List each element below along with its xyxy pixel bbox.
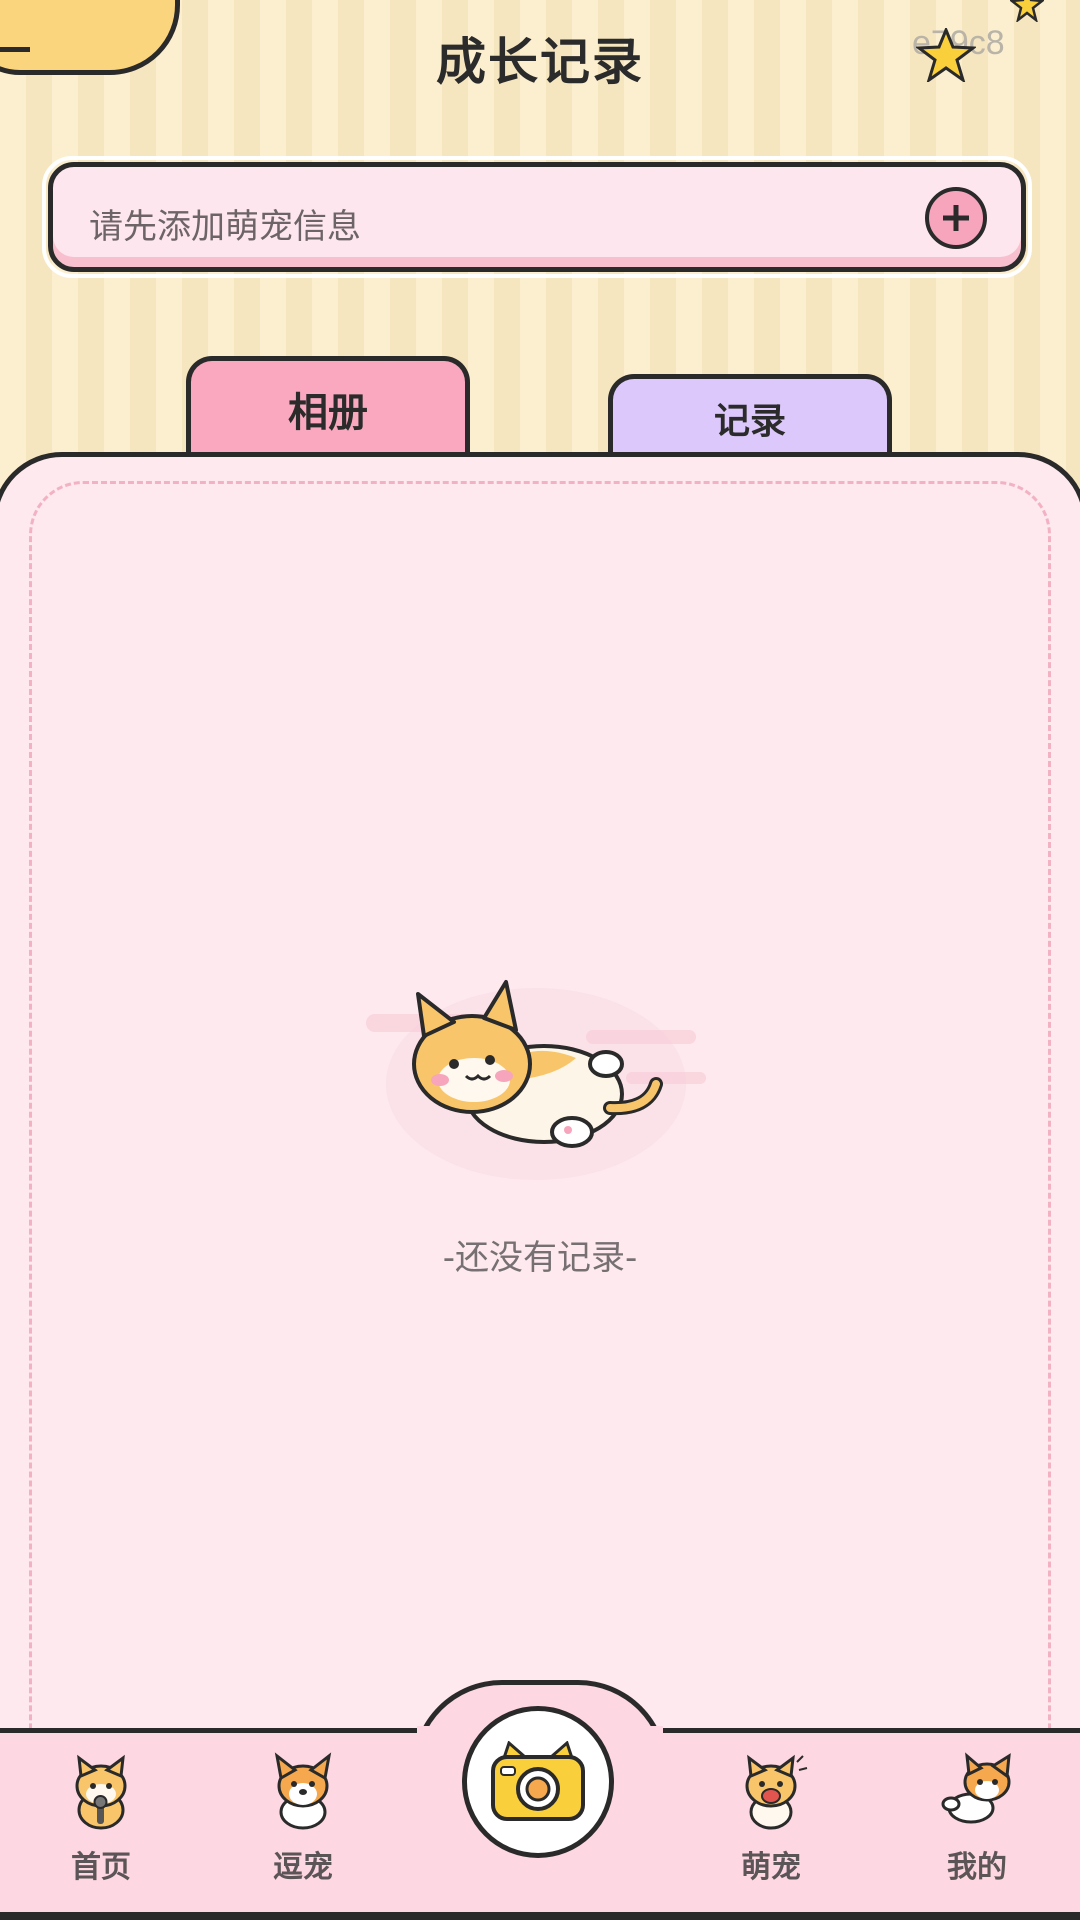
nav-label-pets: 萌宠 — [741, 1850, 801, 1885]
nav-item-mine[interactable]: 我的 — [902, 1752, 1052, 1892]
cat-microphone-icon — [75, 1754, 127, 1830]
cat-cheer-icon — [745, 1754, 808, 1830]
tab-record[interactable]: 记录 — [608, 374, 892, 456]
nav-item-home[interactable]: 首页 — [26, 1752, 176, 1892]
nav-item-pets[interactable]: 萌宠 — [696, 1752, 846, 1892]
nav-label-play: 逗宠 — [273, 1850, 333, 1885]
add-pet-button[interactable] — [925, 187, 987, 249]
star-icon — [916, 28, 976, 82]
nav-label-home: 首页 — [71, 1850, 131, 1885]
corgi-wave-icon — [941, 1752, 1011, 1824]
empty-state-text: -还没有记录- — [442, 1238, 638, 1278]
camera-cat-icon — [491, 1741, 585, 1821]
sleeping-cat-icon — [366, 972, 714, 1182]
nav-item-play[interactable]: 逗宠 — [228, 1752, 378, 1892]
plus-icon — [943, 205, 969, 231]
nav-label-mine: 我的 — [947, 1850, 1007, 1885]
bottom-system-bar — [0, 1912, 1080, 1920]
camera-button[interactable] — [462, 1706, 614, 1858]
add-pet-placeholder: 请先添加萌宠信息 — [89, 207, 361, 247]
tab-album[interactable]: 相册 — [186, 356, 470, 456]
star-icon — [1010, 0, 1044, 22]
add-pet-bar[interactable]: 请先添加萌宠信息 — [48, 162, 1026, 272]
corgi-icon — [274, 1752, 332, 1830]
